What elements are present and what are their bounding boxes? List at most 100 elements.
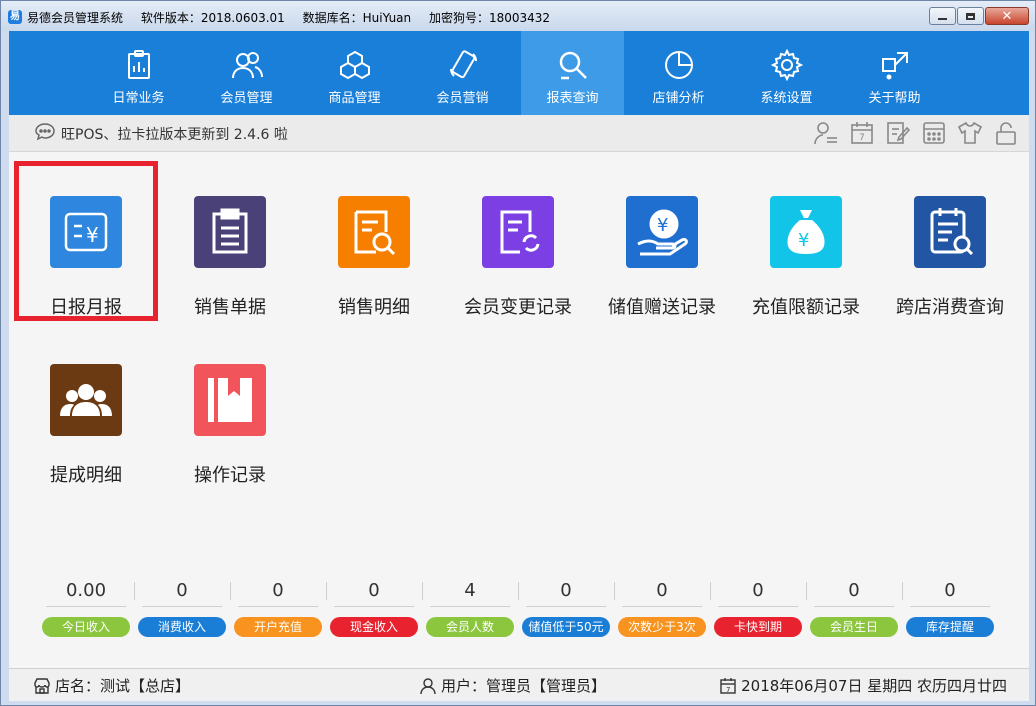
- report-tile-label: 日报月报: [50, 297, 122, 318]
- stat-value: 4: [464, 580, 476, 601]
- pie-chart-icon: [665, 51, 693, 79]
- report-tile-label: 操作记录: [194, 465, 266, 486]
- stat-low-balance[interactable]: 0 储值低于50元: [518, 574, 614, 644]
- stat-underline: [430, 606, 510, 607]
- stored-gift-icon: ¥: [626, 196, 698, 268]
- report-tile-label: 会员变更记录: [464, 297, 572, 318]
- stat-cash-income[interactable]: 0 现金收入: [326, 574, 422, 644]
- money-bag-icon: ¥: [770, 196, 842, 268]
- operation-log-icon: [194, 364, 266, 436]
- chat-bubble-icon: [35, 123, 55, 141]
- nav-label: 系统设置: [760, 91, 813, 106]
- nav-label: 会员管理: [220, 91, 273, 106]
- database-name: 数据库名：HuiYuan: [302, 11, 412, 25]
- stat-card-expiring[interactable]: 0 卡快到期: [710, 574, 806, 644]
- notice-text[interactable]: 旺POS、拉卡拉版本更新到 2.4.6 啦: [61, 124, 288, 144]
- calculator-icon[interactable]: [921, 120, 947, 146]
- status-store: 店名：测试【总店】: [33, 675, 190, 696]
- status-user: 用户：管理员【管理员】: [419, 675, 606, 696]
- stat-underline: [718, 606, 798, 607]
- stat-stock-alert[interactable]: 0 库存提醒: [902, 574, 998, 644]
- nav-about-help[interactable]: 关于帮助: [843, 31, 946, 115]
- nav-label: 关于帮助: [868, 91, 921, 106]
- report-tile-cross-store[interactable]: 跨店消费查询: [878, 161, 1022, 321]
- stat-badge: 今日收入: [42, 617, 130, 637]
- close-button[interactable]: ✕: [985, 7, 1029, 25]
- user-switch-icon[interactable]: [813, 120, 839, 146]
- nav-member-marketing[interactable]: 会员营销: [411, 31, 514, 115]
- stat-underline: [46, 606, 126, 607]
- stat-badge: 会员生日: [810, 617, 898, 637]
- calendar-icon[interactable]: 7: [849, 120, 875, 146]
- nav-system-settings[interactable]: 系统设置: [735, 31, 838, 115]
- stat-badge: 会员人数: [426, 617, 514, 637]
- notice-bar: 旺POS、拉卡拉版本更新到 2.4.6 啦 7: [9, 115, 1029, 152]
- svg-text:7: 7: [726, 686, 730, 694]
- nav-label: 商品管理: [328, 91, 381, 106]
- store-icon: [34, 677, 50, 694]
- help-icon: [882, 52, 908, 80]
- report-tile-member-change[interactable]: 会员变更记录: [446, 161, 590, 321]
- users-icon: [232, 52, 263, 79]
- clipboard-icon: [128, 50, 150, 79]
- stat-badge: 库存提醒: [906, 617, 994, 637]
- sales-receipt-icon: [194, 196, 266, 268]
- minimize-icon: [938, 18, 947, 20]
- window-title: 易德会员管理系统 软件版本：2018.0603.01 数据库名：HuiYuan …: [27, 9, 564, 26]
- stat-value: 0: [944, 580, 956, 601]
- minimize-button[interactable]: [929, 7, 956, 25]
- shirt-icon[interactable]: [957, 120, 983, 146]
- report-tile-commission[interactable]: 提成明细: [14, 329, 158, 489]
- stat-low-times[interactable]: 0 次数少于3次: [614, 574, 710, 644]
- store-name: 店名：测试【总店】: [55, 677, 191, 695]
- stat-value: 0: [656, 580, 668, 601]
- nav-product-management[interactable]: 商品管理: [303, 31, 406, 115]
- nav-report-query[interactable]: 报表查询: [521, 31, 624, 115]
- report-tile-label: 销售明细: [338, 297, 410, 318]
- stat-underline: [238, 606, 318, 607]
- nav-daily-business[interactable]: 日常业务: [87, 31, 190, 115]
- stat-member-birthday[interactable]: 0 会员生日: [806, 574, 902, 644]
- sales-detail-icon: [338, 196, 410, 268]
- report-tile-recharge-limit[interactable]: ¥ 充值限额记录: [734, 161, 878, 321]
- stat-value: 0: [752, 580, 764, 601]
- nav-label: 日常业务: [112, 91, 165, 106]
- report-tile-stored-gift[interactable]: ¥ 储值赠送记录: [590, 161, 734, 321]
- report-tile-label: 充值限额记录: [752, 297, 860, 318]
- lock-icon[interactable]: [993, 120, 1019, 146]
- stat-value: 0: [848, 580, 860, 601]
- maximize-button[interactable]: [957, 7, 984, 25]
- stat-underline: [814, 606, 894, 607]
- app-logo-icon: 易: [8, 10, 22, 24]
- stat-value: 0: [272, 580, 284, 601]
- svg-text:¥: ¥: [657, 215, 668, 236]
- stat-value: 0.00: [65, 580, 107, 601]
- stat-member-count[interactable]: 4 会员人数: [422, 574, 518, 644]
- stat-underline: [526, 606, 606, 607]
- app-title: 易德会员管理系统: [27, 11, 124, 25]
- main-window: 易 易德会员管理系统 软件版本：2018.0603.01 数据库名：HuiYua…: [0, 0, 1036, 706]
- stat-badge: 开户充值: [234, 617, 322, 637]
- report-tile-sales-detail[interactable]: 销售明细: [302, 161, 446, 321]
- stat-open-recharge[interactable]: 0 开户充值: [230, 574, 326, 644]
- nav-label: 会员营销: [436, 91, 489, 106]
- nav-label: 店铺分析: [652, 91, 705, 106]
- stat-today-income[interactable]: 0.00 今日收入: [38, 574, 134, 644]
- svg-text:¥: ¥: [86, 223, 99, 247]
- cross-store-icon: [914, 196, 986, 268]
- report-tile-label: 跨店消费查询: [896, 297, 1004, 318]
- edit-icon[interactable]: [885, 120, 911, 146]
- member-change-icon: [482, 196, 554, 268]
- stat-underline: [334, 606, 414, 607]
- nav-label: 报表查询: [546, 91, 599, 106]
- main-nav: 日常业务 会员管理 商品管理 会员营销 报表查询 店铺分析 系统设置 关于帮助: [9, 31, 1029, 115]
- report-tile-label: 提成明细: [50, 465, 122, 486]
- report-tile-daily-monthly[interactable]: ¥ 日报月报: [14, 161, 158, 321]
- nav-member-management[interactable]: 会员管理: [195, 31, 298, 115]
- report-tile-sales-receipt[interactable]: 销售单据: [158, 161, 302, 321]
- report-tile-operation-log[interactable]: 操作记录: [158, 329, 302, 489]
- svg-text:7: 7: [859, 133, 865, 143]
- stat-consumption-income[interactable]: 0 消费收入: [134, 574, 230, 644]
- nav-store-analysis[interactable]: 店铺分析: [627, 31, 730, 115]
- stat-badge: 现金收入: [330, 617, 418, 637]
